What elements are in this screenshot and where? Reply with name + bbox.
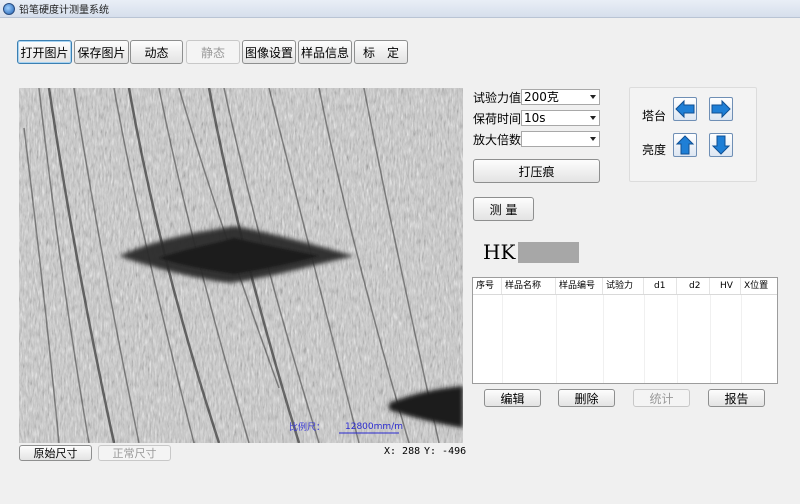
test-force-select[interactable]: 200克 [521, 89, 600, 105]
title-bar: 铅笔硬度计测量系统 [0, 0, 800, 18]
report-button[interactable]: 报告 [708, 389, 765, 407]
arrow-up-icon [675, 135, 695, 155]
chevron-down-icon [590, 137, 596, 141]
scale-bar-label: 比例尺： [289, 421, 325, 433]
arrow-down-icon [711, 135, 731, 155]
column-header[interactable]: d1 [644, 278, 677, 294]
stats-button[interactable]: 统计 [633, 389, 690, 407]
column-header[interactable]: 试验力 [603, 278, 644, 294]
turret-right-button[interactable] [709, 97, 733, 121]
app-icon [3, 2, 15, 15]
column-header[interactable]: 样品名称 [502, 278, 556, 294]
magnification-select[interactable] [521, 131, 600, 147]
image-settings-button[interactable]: 图像设置 [242, 40, 296, 64]
table-header: 序号 样品名称 样品编号 试验力 d1 d2 HV X位置 [473, 278, 777, 295]
coord-x-readout: X: 288 [384, 446, 421, 457]
column-header[interactable]: X位置 [741, 278, 777, 294]
magnification-label: 放大倍数 [473, 133, 522, 147]
column-header[interactable]: HV [710, 278, 741, 294]
turret-label: 塔台 [642, 109, 667, 123]
hold-time-select[interactable]: 10s [521, 110, 600, 126]
column-header[interactable]: 序号 [473, 278, 502, 294]
window-title: 铅笔硬度计测量系统 [19, 5, 109, 16]
turret-left-button[interactable] [673, 97, 697, 121]
microscope-image: 比例尺： 12800mm/m [19, 88, 463, 443]
hold-time-label: 保荷时间 [473, 112, 522, 126]
chevron-down-icon [590, 116, 596, 120]
static-button[interactable]: 静态 [186, 40, 240, 64]
brightness-down-button[interactable] [709, 133, 733, 157]
arrow-left-icon [675, 99, 695, 119]
normal-size-button[interactable]: 正常尺寸 [98, 445, 171, 461]
edit-button[interactable]: 编辑 [484, 389, 541, 407]
hardness-value-box [518, 242, 579, 263]
measure-button[interactable]: 测 量 [473, 197, 534, 221]
open-image-button[interactable]: 打开图片 [17, 40, 72, 64]
original-size-button[interactable]: 原始尺寸 [19, 445, 92, 461]
hardness-unit-label: HK [483, 240, 516, 264]
brightness-label: 亮度 [642, 143, 667, 157]
test-force-value: 200克 [524, 90, 559, 104]
arrow-right-icon [711, 99, 731, 119]
calibrate-button[interactable]: 标 定 [354, 40, 408, 64]
test-force-label: 试验力值 [473, 91, 522, 105]
sample-info-button[interactable]: 样品信息 [298, 40, 352, 64]
save-image-button[interactable]: 保存图片 [74, 40, 129, 64]
microscope-image-viewer[interactable]: 比例尺： 12800mm/m [19, 88, 463, 443]
scale-bar-value: 12800mm/m [345, 422, 403, 432]
column-header[interactable]: 样品编号 [556, 278, 603, 294]
coord-y-readout: Y: -496 [424, 446, 467, 457]
indent-button[interactable]: 打压痕 [473, 159, 600, 183]
column-header[interactable]: d2 [677, 278, 710, 294]
dynamic-button[interactable]: 动态 [130, 40, 183, 64]
brightness-up-button[interactable] [673, 133, 697, 157]
delete-button[interactable]: 删除 [558, 389, 615, 407]
results-table[interactable]: 序号 样品名称 样品编号 试验力 d1 d2 HV X位置 [472, 277, 778, 384]
hold-time-value: 10s [524, 111, 546, 125]
chevron-down-icon [590, 95, 596, 99]
stage-control-panel: 塔台 亮度 [629, 87, 757, 182]
